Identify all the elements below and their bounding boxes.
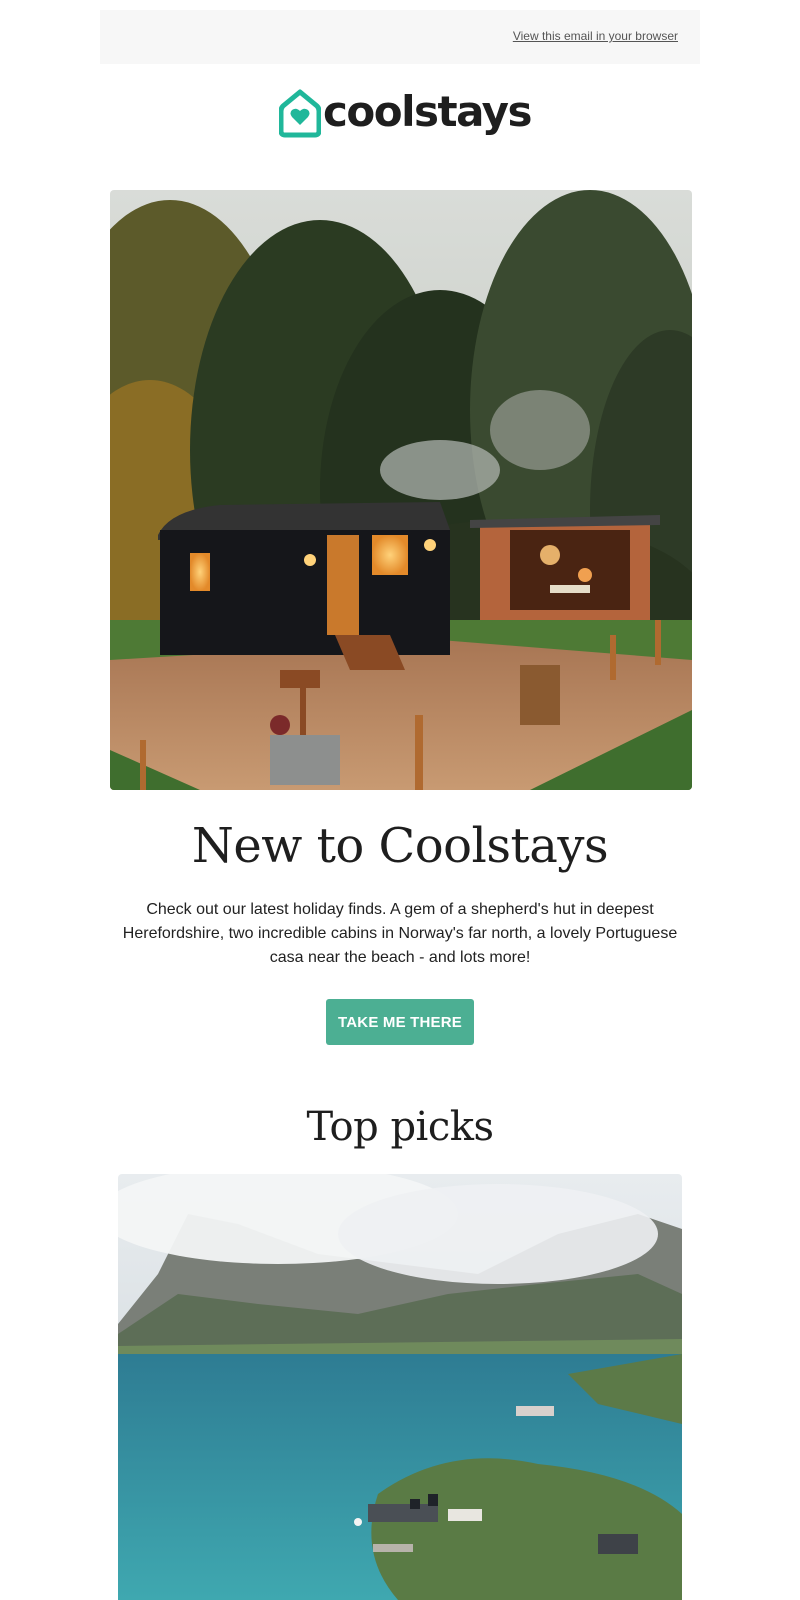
view-in-browser-link[interactable]: View this email in your browser — [513, 29, 678, 43]
brand-wordmark: coolstays — [323, 87, 533, 136]
house-heart-icon — [279, 89, 321, 138]
coolstays-logo[interactable]: coolstays — [279, 86, 533, 142]
top-picks-heading: Top picks — [306, 1104, 494, 1150]
hero-body-text: Check out our latest holiday finds. A ge… — [122, 901, 678, 966]
preheader-bar: View this email in your browser — [100, 10, 700, 64]
take-me-there-button[interactable]: TAKE ME THERE — [326, 999, 474, 1045]
norway-fjord-photo — [118, 1174, 682, 1600]
shepherds-hut-photo — [110, 190, 692, 790]
email-page: View this email in your browser coolstay… — [0, 0, 800, 1600]
top-pick-image[interactable] — [118, 1174, 682, 1600]
hero-title: New to Coolstays — [191, 818, 609, 874]
hero-image[interactable] — [110, 190, 692, 790]
